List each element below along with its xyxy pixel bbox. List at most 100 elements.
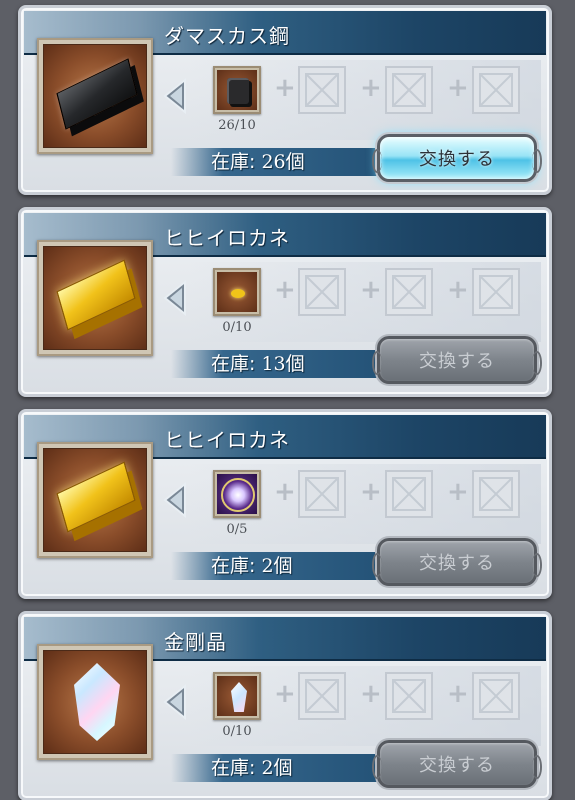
empty-slot-icon [305,477,339,511]
button-ornament [532,351,542,375]
button-ornament [372,755,382,779]
requirement-count: 0/10 [222,320,252,335]
empty-slot-icon [392,275,426,309]
gold-nugget-icon [217,272,257,312]
exchange-button[interactable]: 交換する [372,740,542,788]
empty-slot-icon [479,679,513,713]
item-image-frame[interactable] [37,240,153,356]
empty-slot [472,672,520,720]
requirement-count: 0/5 [226,522,248,537]
exchange-button-label: 交換する [419,755,495,776]
empty-slot [385,470,433,518]
stock-unit: 個 [285,353,305,375]
item-image-frame[interactable] [37,38,153,154]
stock-value: 13 [261,353,286,375]
arrow-left-icon [163,480,187,520]
exchange-list: ダマスカス鋼 + + + 26/10 在庫: 26個 交換する ヒヒイロカネ +… [0,0,575,800]
empty-slot [472,268,520,316]
stock-label: 在庫: [211,757,262,779]
exchange-card: ダマスカス鋼 + + + 26/10 在庫: 26個 交換する [18,5,552,195]
plus-icon: + [274,477,296,507]
requirement-slot[interactable] [213,66,261,114]
requirement-count: 26/10 [218,118,256,133]
stock-text: 在庫: 2個 [211,754,293,782]
requirement-count: 0/10 [222,724,252,739]
empty-slot [385,66,433,114]
diamond-crystal-icon [43,650,147,754]
arrow-left-icon [163,682,187,722]
empty-slot [472,66,520,114]
plus-icon: + [274,275,296,305]
empty-slot-icon [479,477,513,511]
purple-crest-icon [217,474,257,514]
stock-value: 26 [261,151,286,173]
plus-icon: + [274,73,296,103]
plus-icon: + [360,73,382,103]
empty-slot-icon [305,275,339,309]
stock-unit: 個 [273,555,293,577]
plus-icon: + [447,477,469,507]
button-ornament [532,553,542,577]
arrow-left-icon [163,278,187,318]
item-title: ダマスカス鋼 [164,24,290,48]
stock-label: 在庫: [211,353,262,375]
plus-icon: + [360,477,382,507]
button-ornament [532,755,542,779]
requirement-slot[interactable] [213,268,261,316]
plus-icon: + [360,679,382,709]
empty-slot [472,470,520,518]
exchange-card: ヒヒイロカネ + + + 0/5 在庫: 2個 交換する [18,409,552,599]
exchange-button-label: 交換する [419,351,495,372]
empty-slot [385,672,433,720]
empty-slot-icon [392,679,426,713]
plus-icon: + [274,679,296,709]
empty-slot-icon [305,679,339,713]
exchange-button-label: 交換する [419,553,495,574]
exchange-card: 金剛晶 + + + 0/10 在庫: 2個 交換する [18,611,552,800]
stock-value: 2 [261,555,274,577]
item-title: 金剛晶 [164,630,227,654]
crystal-shard-icon [217,676,257,716]
empty-slot [298,672,346,720]
plus-icon: + [447,679,469,709]
stock-label: 在庫: [211,555,262,577]
item-image-frame[interactable] [37,644,153,760]
stock-text: 在庫: 2個 [211,552,293,580]
exchange-button[interactable]: 交換する [372,134,542,182]
empty-slot [298,66,346,114]
empty-slot [385,268,433,316]
stock-unit: 個 [285,151,305,173]
stock-text: 在庫: 26個 [211,148,305,176]
plus-icon: + [360,275,382,305]
exchange-button[interactable]: 交換する [372,538,542,586]
arrow-left-icon [163,76,187,116]
empty-slot-icon [392,477,426,511]
button-ornament [372,351,382,375]
empty-slot-icon [305,73,339,107]
empty-slot-icon [479,73,513,107]
requirement-slot[interactable] [213,672,261,720]
exchange-button-label: 交換する [419,149,495,170]
stock-text: 在庫: 13個 [211,350,305,378]
empty-slot [298,470,346,518]
empty-slot-icon [479,275,513,309]
item-title: ヒヒイロカネ [164,428,290,452]
exchange-button[interactable]: 交換する [372,336,542,384]
stock-unit: 個 [273,757,293,779]
empty-slot [298,268,346,316]
damascus-steel-ingot-icon [43,44,147,148]
stock-label: 在庫: [211,151,262,173]
plus-icon: + [447,275,469,305]
item-title: ヒヒイロカネ [164,226,290,250]
exchange-card: ヒヒイロカネ + + + 0/10 在庫: 13個 交換する [18,207,552,397]
button-ornament [532,149,542,173]
gold-ingot-icon [43,246,147,350]
button-ornament [372,553,382,577]
gold-ingot-icon [43,448,147,552]
empty-slot-icon [392,73,426,107]
button-ornament [372,149,382,173]
dark-ore-icon [217,70,257,110]
requirement-slot[interactable] [213,470,261,518]
plus-icon: + [447,73,469,103]
item-image-frame[interactable] [37,442,153,558]
